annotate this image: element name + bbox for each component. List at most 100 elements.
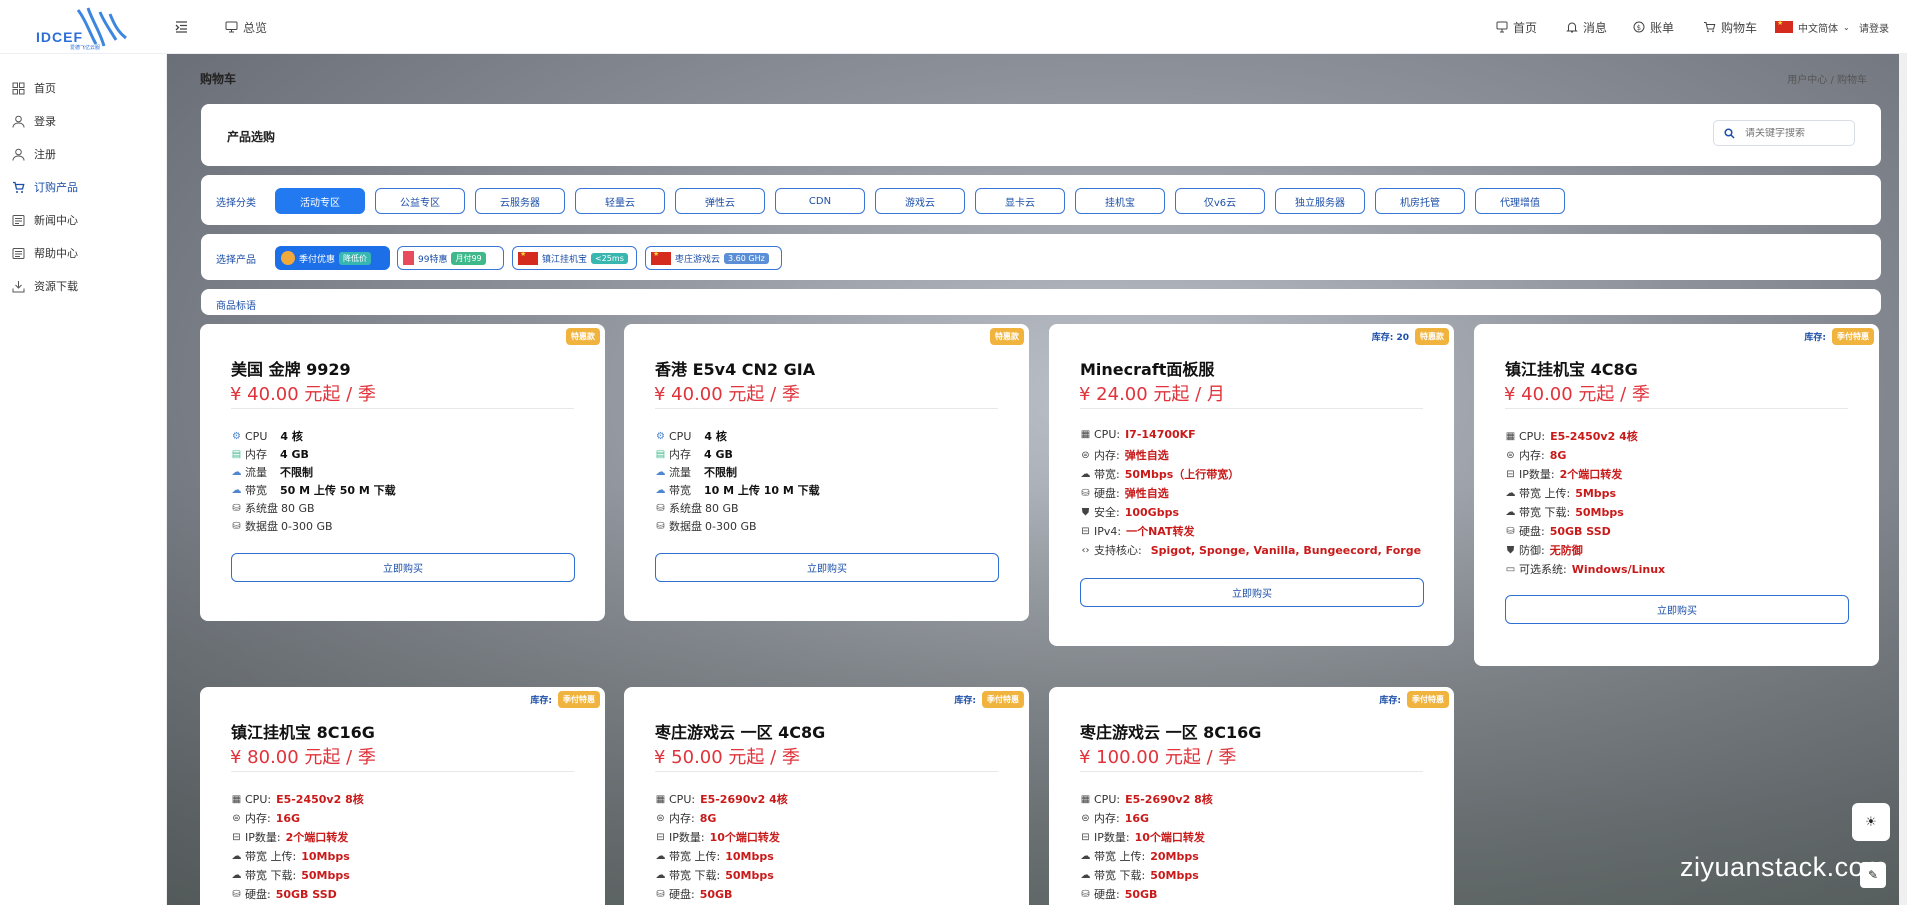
product-badge: 月付99 <box>451 251 486 265</box>
category-light-cloud[interactable]: 轻量云 <box>575 188 665 214</box>
category-proxy[interactable]: 代理增值 <box>1475 188 1565 214</box>
spec-value: 50GB SSD <box>1549 524 1611 538</box>
product-badge: <25ms <box>591 252 628 264</box>
category-colocation[interactable]: 机房托管 <box>1375 188 1465 214</box>
spec-key: 系统盘 <box>245 502 278 515</box>
disk-icon: ⛁ <box>1506 525 1515 537</box>
product-zaozhuang[interactable]: 枣庄游戏云 3.60 GHz <box>645 246 782 270</box>
spec-row: ☁ 流量 不限制 <box>655 464 738 480</box>
top-link-label: 购物车 <box>1721 20 1758 35</box>
sidebar-item-order[interactable]: 订购产品 <box>12 176 78 198</box>
spec-key: IP数量: <box>1519 468 1555 481</box>
bandwidth-icon: ☁ <box>231 484 242 496</box>
spec-row: ⊟ IPv4: 一个NAT转发 <box>1080 523 1194 539</box>
spec-key: 支持核心: <box>1094 544 1142 557</box>
card-badge: 季付特惠 <box>982 691 1024 708</box>
category-activity[interactable]: 活动专区 <box>275 188 365 214</box>
product-name: 枣庄游戏云 <box>675 254 721 265</box>
disk-icon: ⛁ <box>232 502 241 514</box>
spec-row: ☁ 带宽 50 M 上传 50 M 下载 <box>231 482 396 498</box>
spec-key: IPv4: <box>1094 524 1122 538</box>
search-input[interactable] <box>1745 127 1845 139</box>
spec-value: 不限制 <box>280 466 313 479</box>
product-card: 库存: 20 特惠款 Minecraft面板服 ¥ 24.00 元起 / 月 ▦ C… <box>1049 324 1454 646</box>
sidebar-item-register[interactable]: 注册 <box>12 143 56 165</box>
sun-icon[interactable]: ☀ <box>1852 803 1890 841</box>
cloud-icon: ☁ <box>1080 869 1091 881</box>
category-game-cloud[interactable]: 游戏云 <box>875 188 965 214</box>
memory-icon: ⊜ <box>1506 449 1515 461</box>
spec-row: ☁ 带宽 下载: 50Mbps <box>655 867 774 883</box>
buy-now-button[interactable]: 立即购买 <box>231 553 575 582</box>
spec-key: 硬盘: <box>669 888 695 901</box>
spec-key: 硬盘: <box>245 888 271 901</box>
product-99[interactable]: 99特惠 月付99 <box>397 246 504 270</box>
sidebar-item-home[interactable]: 首页 <box>12 77 56 99</box>
buy-now-button[interactable]: 立即购买 <box>1505 595 1849 624</box>
spec-row: ▤ 内存 4 GB <box>231 446 309 462</box>
spec-key: CPU <box>245 429 268 443</box>
disk-icon: ⛁ <box>1081 888 1090 900</box>
category-dedicated-server[interactable]: 独立服务器 <box>1275 188 1365 214</box>
spec-row: ⊟ IP数量: 10个端口转发 <box>1080 829 1205 845</box>
spec-value: Spigot, Sponge, Vanilla, Bungeecord, For… <box>1150 543 1422 557</box>
bandwidth-icon: ☁ <box>655 484 666 496</box>
category-ipv6-cloud[interactable]: 仅v6云 <box>1175 188 1265 214</box>
spec-key: 可选系统: <box>1519 563 1567 576</box>
divider <box>655 408 998 409</box>
spec-row: ⛁ 系统盘 80 GB <box>655 500 738 516</box>
top-link-label: 消息 <box>1583 20 1608 35</box>
top-link-billing[interactable]: $ 账单 <box>1633 16 1674 38</box>
logo-text: IDCEF <box>36 29 83 45</box>
spec-key: 硬盘: <box>1094 487 1120 500</box>
spec-value: 弹性自选 <box>1124 449 1169 462</box>
logo[interactable]: IDCEF 爱德飞亿云服 <box>30 6 130 51</box>
sidebar-item-download[interactable]: 资源下载 <box>12 275 78 297</box>
category-cdn[interactable]: CDN <box>775 188 865 214</box>
category-gpu-cloud[interactable]: 显卡云 <box>975 188 1065 214</box>
buy-now-button[interactable]: 立即购买 <box>655 553 999 582</box>
product-zhenjiang[interactable]: 镇江挂机宝 <25ms <box>512 246 637 270</box>
spec-value: 10Mbps <box>725 849 774 863</box>
top-link-home[interactable]: 首页 <box>1496 16 1537 38</box>
spec-value: E5-2690v2 4核 <box>700 793 788 806</box>
menu-fold-icon[interactable] <box>175 16 188 38</box>
category-idle-box[interactable]: 挂机宝 <box>1075 188 1165 214</box>
sidebar-item-label: 登录 <box>34 115 56 128</box>
spec-row: ▦ CPU: E5-2450v2 4核 <box>1505 428 1638 444</box>
user-add-icon <box>12 148 25 161</box>
overview-button[interactable]: 总览 <box>225 16 267 38</box>
edit-icon[interactable]: ✎ <box>1860 862 1886 888</box>
cpu-icon: ⚙ <box>656 430 665 442</box>
card-price: ¥ 80.00 元起 / 季 <box>230 747 376 768</box>
category-elastic-cloud[interactable]: 弹性云 <box>675 188 765 214</box>
card-title: 镇江挂机宝 4C8G <box>1505 360 1638 379</box>
scrollbar[interactable] <box>1899 54 1907 905</box>
top-link-label: 首页 <box>1513 20 1538 35</box>
china-flag-icon <box>518 250 538 265</box>
spec-row: ⊟ IP数量: 10个端口转发 <box>655 829 780 845</box>
search-box[interactable] <box>1713 120 1855 146</box>
spec-row: ⚙ CPU 4 核 <box>231 428 303 444</box>
spec-key: 内存: <box>1519 449 1545 462</box>
top-link-cart[interactable]: 购物车 <box>1703 16 1757 38</box>
cloud-icon: ☁ <box>231 869 242 881</box>
sidebar-item-label: 帮助中心 <box>34 247 78 260</box>
top-link-messages[interactable]: 消息 <box>1566 16 1607 38</box>
chevron-down-icon: ⌄ <box>1843 22 1850 32</box>
language-selector[interactable]: 中文简体 ⌄ <box>1775 16 1850 38</box>
monitor-icon <box>225 21 238 33</box>
spec-row: ⚙ CPU 4 核 <box>655 428 727 444</box>
card-title: 枣庄游戏云 一区 8C16G <box>1080 723 1262 742</box>
product-quarterly[interactable]: 季付优惠 降低价 <box>275 246 390 270</box>
buy-now-button[interactable]: 立即购买 <box>1080 578 1424 607</box>
login-link[interactable]: 请登录 <box>1859 16 1889 38</box>
category-charity[interactable]: 公益专区 <box>375 188 465 214</box>
category-cloud-server[interactable]: 云服务器 <box>475 188 565 214</box>
card-badge: 特惠款 <box>566 328 600 345</box>
spec-value: 2个端口转发 <box>285 831 349 844</box>
sidebar-item-help[interactable]: 帮助中心 <box>12 242 78 264</box>
sidebar-item-login[interactable]: 登录 <box>12 110 56 132</box>
sidebar-item-news[interactable]: 新闻中心 <box>12 209 78 231</box>
spec-row: ⊜ 内存: 16G <box>1080 810 1149 826</box>
